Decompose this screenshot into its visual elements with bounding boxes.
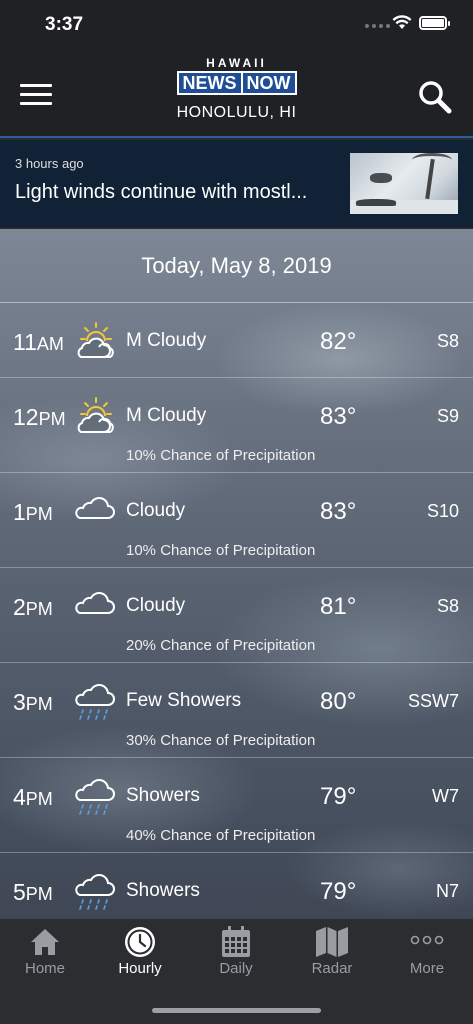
hour-temperature: 82° [320, 328, 357, 355]
search-icon[interactable] [418, 80, 452, 114]
hour-ampm: PM [25, 504, 53, 524]
hour-value: 1 [13, 499, 26, 525]
hour-precipitation: 20% Chance of Precipitation [126, 637, 316, 654]
hour-precipitation: 30% Chance of Precipitation [126, 732, 316, 749]
calendar-icon [222, 926, 250, 957]
hour-condition: Cloudy [126, 595, 186, 616]
hour-time: 1PM [13, 499, 53, 526]
hour-ampm: PM [25, 789, 53, 809]
cloud-icon [74, 491, 116, 531]
hour-row[interactable]: 2PM Cloudy 81° S8 20% Chance of Precipitatio… [0, 568, 473, 663]
hour-temperature: 79° [320, 878, 357, 905]
hour-condition: Showers [126, 785, 200, 806]
hour-wind: S10 [426, 501, 459, 521]
hour-condition: M Cloudy [126, 405, 207, 426]
tab-hourly[interactable]: Hourly [93, 919, 187, 989]
hour-row[interactable]: 3PM Few Showers 80° SSW7 30% Chance of Preci… [0, 663, 473, 758]
wifi-icon [392, 15, 412, 29]
hour-time: 4PM [13, 784, 53, 811]
hour-time: 3PM [13, 689, 53, 716]
hour-value: 2 [13, 594, 26, 620]
hour-value: 5 [13, 879, 26, 905]
home-indicator [152, 1008, 321, 1013]
hour-condition: Cloudy [126, 500, 186, 521]
tab-label: Radar [311, 960, 353, 977]
hour-row[interactable]: 1PM Cloudy 83° S10 10% Chance of Precipitati… [0, 473, 473, 568]
tab-home[interactable]: Home [0, 919, 92, 989]
hour-row[interactable]: 4PM Showers 79° W7 40% Chance of Precipitati… [0, 758, 473, 853]
hour-precipitation: 40% Chance of Precipitation [126, 827, 316, 844]
tab-label: Home [24, 960, 65, 977]
tab-label: Hourly [118, 960, 162, 977]
hour-precipitation: 10% Chance of Precipitation [126, 447, 316, 464]
hour-wind: S8 [436, 596, 459, 616]
rain-cloud-icon [74, 681, 116, 721]
tab-label: More [409, 960, 445, 977]
tab-radar[interactable]: Radar [285, 919, 379, 989]
logo-news-text: NEWS [178, 73, 241, 93]
hourly-list: 11AM M Cloudy 82° S8 12PM M Cloudy 83° S9 10% Ch… [0, 303, 473, 919]
hour-temperature: 83° [320, 498, 357, 525]
hour-temperature: 80° [320, 688, 357, 715]
hour-time: 11AM [13, 329, 64, 356]
rain-cloud-icon [74, 776, 116, 816]
bottom-tab-bar: Home Hourly Daily Radar More [0, 919, 473, 1024]
hour-row[interactable]: 11AM M Cloudy 82° S8 [0, 303, 473, 378]
home-icon [31, 929, 59, 955]
tab-daily[interactable]: Daily [189, 919, 283, 989]
partly-cloudy-icon [74, 396, 116, 436]
hour-ampm: PM [25, 694, 53, 714]
hour-time: 5PM [13, 879, 53, 906]
logo: HAWAII NEWS NOW HONOLULU, HI [0, 56, 473, 122]
news-timestamp: 3 hours ago [15, 156, 84, 171]
hour-value: 4 [13, 784, 26, 810]
logo-hawaii-text: HAWAII [206, 56, 267, 70]
hour-wind: S8 [436, 331, 459, 351]
more-dots-icon [410, 935, 444, 945]
hour-time: 12PM [13, 404, 66, 431]
status-time: 3:37 [45, 14, 84, 35]
cloud-icon [74, 586, 116, 626]
date-header: Today, May 8, 2019 [0, 229, 473, 303]
hour-ampm: PM [25, 884, 53, 904]
clock-icon [125, 927, 155, 957]
tab-more[interactable]: More [380, 919, 473, 989]
hour-wind: N7 [435, 881, 459, 901]
news-banner[interactable]: 3 hours ago Light winds continue with mo… [0, 140, 473, 228]
hour-temperature: 79° [320, 783, 357, 810]
hour-wind: W7 [432, 786, 459, 806]
tab-label: Daily [219, 960, 253, 977]
hour-condition: Few Showers [126, 690, 242, 711]
hour-wind: SSW7 [407, 691, 459, 711]
hour-precipitation: 10% Chance of Precipitation [126, 542, 316, 559]
hour-time: 2PM [13, 594, 53, 621]
battery-icon [419, 16, 450, 30]
hour-ampm: PM [38, 409, 66, 429]
location-label: HONOLULU, HI [176, 104, 297, 121]
status-bar: 3:37 [0, 0, 473, 50]
hour-condition: Showers [126, 880, 200, 901]
hour-value: 12 [13, 404, 39, 430]
news-thumbnail [350, 153, 458, 214]
rain-cloud-icon [74, 871, 116, 911]
hour-row[interactable]: 12PM M Cloudy 83° S9 10% Chance of Precipita… [0, 378, 473, 473]
hour-wind: S9 [436, 406, 459, 426]
hour-temperature: 81° [320, 593, 357, 620]
hour-row[interactable]: 5PMShowers79°N750% Chance of Precipitati… [0, 853, 473, 919]
map-icon [316, 927, 348, 957]
hour-ampm: AM [36, 334, 64, 354]
hour-value: 11 [13, 329, 37, 355]
hourly-forecast-panel: Today, May 8, 2019 11AM M Cloudy 82° S8 12PM… [0, 229, 473, 919]
app-header: HAWAII NEWS NOW HONOLULU, HI [0, 50, 473, 138]
cellular-signal-icon [365, 24, 390, 28]
hour-value: 3 [13, 689, 26, 715]
partly-cloudy-icon [74, 321, 116, 361]
hour-temperature: 83° [320, 403, 357, 430]
news-headline: Light winds continue with mostl... [15, 181, 308, 203]
hour-condition: M Cloudy [126, 330, 207, 351]
hour-ampm: PM [25, 599, 53, 619]
logo-wordmark: NEWS NOW [176, 71, 297, 95]
logo-now-text: NOW [242, 73, 295, 93]
